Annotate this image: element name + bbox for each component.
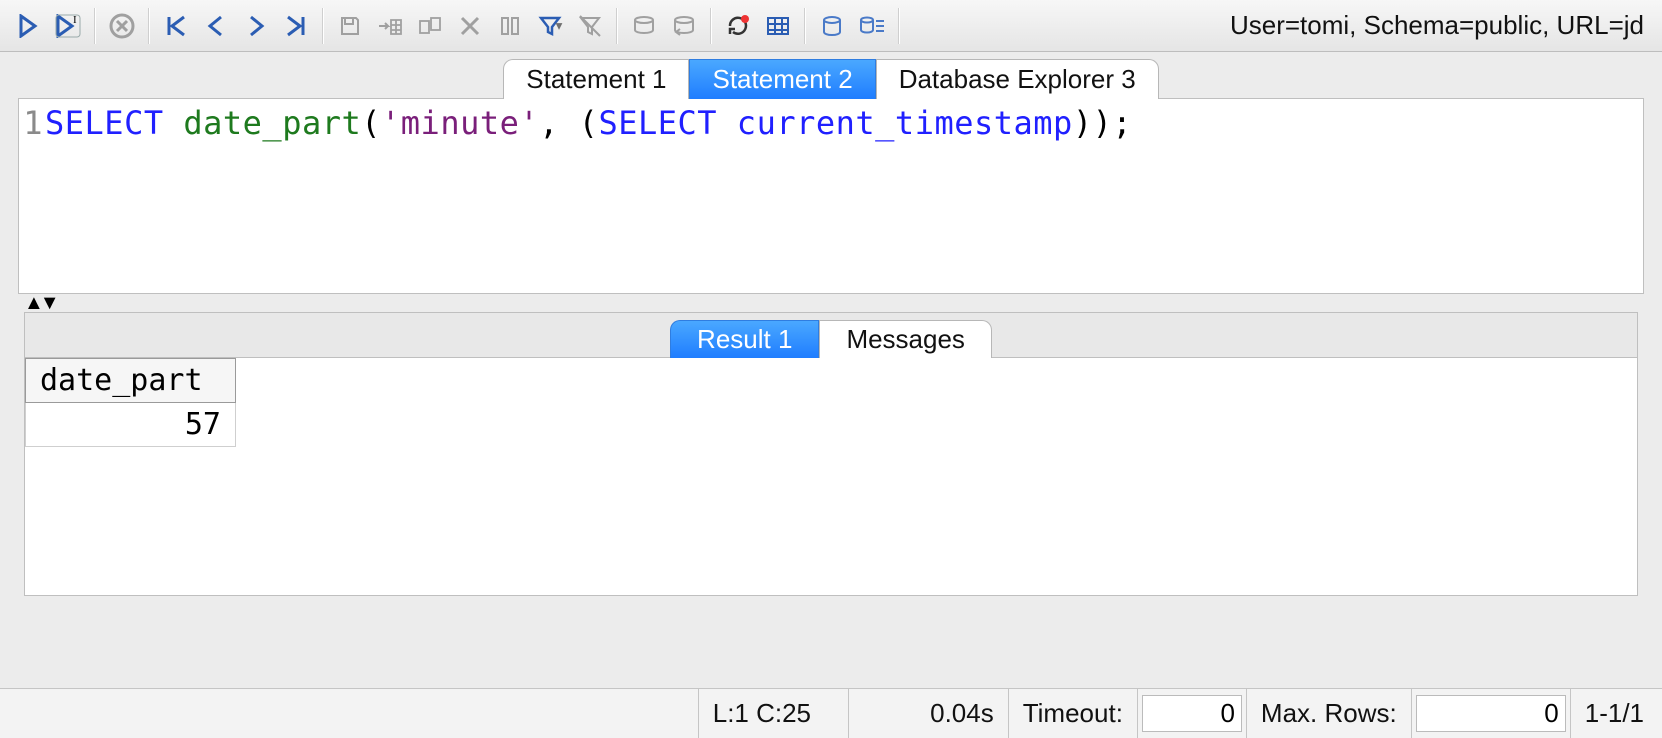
tab-statement-2[interactable]: Statement 2 (689, 59, 875, 99)
show-grid-button[interactable] (758, 6, 798, 46)
exec-time: 0.04s (849, 689, 1009, 738)
rollback-button[interactable] (664, 6, 704, 46)
last-record-button[interactable] (276, 6, 316, 46)
insert-row-button[interactable] (370, 6, 410, 46)
clear-filter-button[interactable] (570, 6, 610, 46)
sql-keyword: SELECT (45, 104, 164, 142)
splitter-handle[interactable]: ▲▼ (18, 294, 1644, 312)
editor-gutter: 1 (19, 99, 45, 293)
db-object-button[interactable] (812, 6, 852, 46)
sql-punct: ) (1093, 104, 1113, 142)
sql-punct: ; (1112, 104, 1132, 142)
status-spacer (18, 689, 699, 738)
row-range: 1-1/1 (1571, 689, 1662, 738)
sql-punct: , (539, 104, 579, 142)
db-list-button[interactable] (852, 6, 892, 46)
results-panel: Result 1 Messages date_part 57 (24, 312, 1638, 596)
sql-punct: ( (579, 104, 599, 142)
sql-function: date_part (183, 104, 361, 142)
workspace: Statement 1 Statement 2 Database Explore… (0, 52, 1662, 688)
column-select-button[interactable] (490, 6, 530, 46)
tab-database-explorer-3[interactable]: Database Explorer 3 (876, 59, 1159, 99)
tab-messages[interactable]: Messages (819, 320, 992, 358)
save-edits-button[interactable] (330, 6, 370, 46)
stop-button[interactable] (102, 6, 142, 46)
sql-punct: ) (1073, 104, 1093, 142)
timeout-label: Timeout: (1009, 689, 1138, 738)
svg-text:I: I (73, 14, 77, 26)
filter-button[interactable]: ▾ (530, 6, 570, 46)
timeout-input[interactable] (1142, 695, 1242, 732)
tab-result-1[interactable]: Result 1 (670, 320, 819, 358)
column-header[interactable]: date_part (26, 359, 236, 403)
table-row[interactable]: 57 (26, 403, 236, 447)
sql-keyword: current_timestamp (737, 104, 1073, 142)
maxrows-input[interactable] (1416, 695, 1566, 732)
editor-code[interactable]: SELECT date_part('minute', (SELECT curre… (45, 99, 1138, 293)
prev-record-button[interactable] (196, 6, 236, 46)
sql-editor[interactable]: 1 SELECT date_part('minute', (SELECT cur… (18, 98, 1644, 294)
run-current-button[interactable]: I (48, 6, 88, 46)
first-record-button[interactable] (156, 6, 196, 46)
reconnect-button[interactable] (718, 6, 758, 46)
connection-info: User=tomi, Schema=public, URL=jd (1230, 10, 1658, 41)
maxrows-label: Max. Rows: (1247, 689, 1412, 738)
tab-statement-1[interactable]: Statement 1 (503, 59, 689, 99)
cursor-position: L:1 C:25 (699, 689, 849, 738)
results-grid[interactable]: date_part 57 (25, 357, 1637, 595)
copy-row-button[interactable] (410, 6, 450, 46)
cell-value[interactable]: 57 (26, 403, 236, 447)
status-bar: L:1 C:25 0.04s Timeout: Max. Rows: 1-1/1 (0, 688, 1662, 738)
commit-button[interactable] (624, 6, 664, 46)
sql-keyword: SELECT (598, 104, 717, 142)
main-toolbar: I (0, 0, 1662, 52)
next-record-button[interactable] (236, 6, 276, 46)
results-tabstrip: Result 1 Messages (25, 313, 1637, 357)
workspace-tabstrip: Statement 1 Statement 2 Database Explore… (18, 52, 1644, 98)
run-button[interactable] (8, 6, 48, 46)
sql-punct: ( (361, 104, 381, 142)
delete-row-button[interactable] (450, 6, 490, 46)
sql-string: 'minute' (381, 104, 539, 142)
